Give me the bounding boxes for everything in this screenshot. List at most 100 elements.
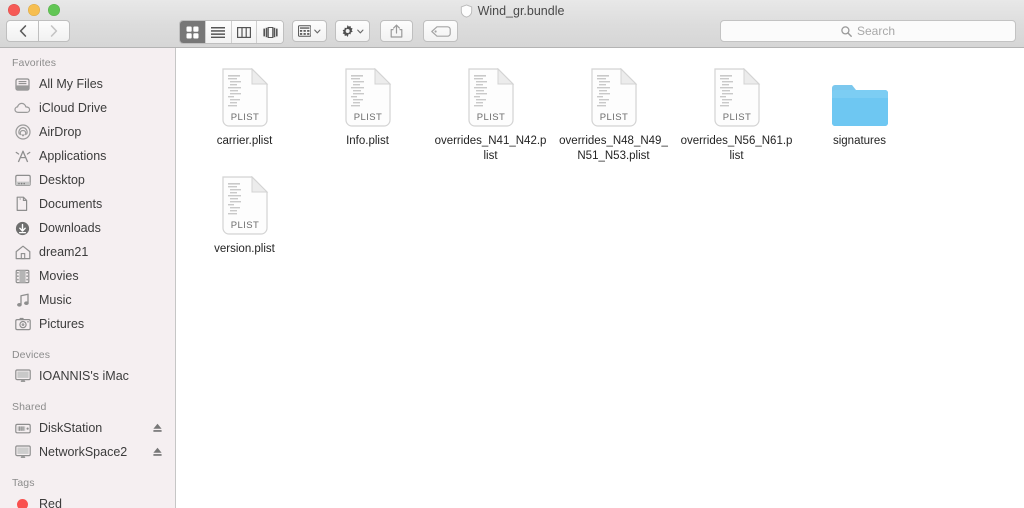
list-icon [211, 27, 226, 38]
plist-file-icon: PLIST [344, 68, 391, 127]
movies-icon [14, 268, 31, 285]
tag-button[interactable] [423, 20, 458, 42]
finder-window: Wind_gr.bundle Search Favorites All My F… [0, 0, 1024, 508]
sidebar-item-music[interactable]: Music [0, 288, 175, 312]
sidebar-section-devices-title: Devices [12, 349, 51, 361]
imac-icon [14, 368, 31, 385]
file-icon-wrapper: PLIST [467, 64, 515, 128]
arrange-grid-icon [298, 25, 312, 37]
cloud-icon [14, 100, 31, 117]
svg-text:PLIST: PLIST [230, 112, 258, 123]
display-icon [14, 444, 31, 461]
server-icon [14, 420, 31, 437]
file-item[interactable]: PLIST Info.plist [306, 58, 429, 166]
coverflow-icon [263, 26, 278, 38]
sidebar-item-diskstation[interactable]: DiskStation [0, 416, 175, 440]
sidebar-item-airdrop[interactable]: AirDrop [0, 120, 175, 144]
action-button[interactable] [335, 20, 370, 42]
icon-view-button[interactable] [180, 21, 206, 43]
window-title: Wind_gr.bundle [0, 2, 1024, 20]
forward-button[interactable] [38, 20, 70, 42]
plist-file-icon: PLIST [221, 68, 268, 127]
file-name-label: version.plist [214, 243, 275, 255]
arrange-button[interactable] [292, 20, 327, 42]
share-button[interactable] [380, 20, 413, 42]
file-item[interactable]: PLIST overrides_N56_N61.plist [675, 58, 798, 166]
sidebar-item-tag-red[interactable]: Red [0, 492, 175, 508]
sidebar-item-icloud-drive[interactable]: iCloud Drive [0, 96, 175, 120]
desktop-icon [14, 172, 31, 189]
file-grid-area[interactable]: PLIST carrier.plist PLIST Info.plist PLIST ov… [176, 48, 1024, 508]
file-item[interactable]: PLIST version.plist [183, 166, 306, 274]
sidebar-item-label: Pictures [39, 317, 85, 331]
column-view-button[interactable] [231, 21, 258, 43]
close-button[interactable] [8, 4, 20, 16]
search-icon [841, 25, 852, 37]
svg-text:PLIST: PLIST [230, 220, 258, 231]
file-icon-wrapper: PLIST [344, 64, 392, 128]
sidebar-section-shared-title: Shared [12, 401, 47, 413]
eject-button[interactable] [152, 447, 163, 458]
file-name-label: overrides_N56_N61.plist [680, 135, 793, 162]
sidebar-item-networkspace2[interactable]: NetworkSpace2 [0, 440, 175, 464]
sidebar-item-desktop[interactable]: Desktop [0, 168, 175, 192]
search-placeholder: Search [856, 24, 896, 38]
plist-file-icon: PLIST [467, 68, 514, 127]
chevron-left-icon [19, 25, 26, 37]
sidebar-item-all-my-files[interactable]: All My Files [0, 72, 175, 96]
back-button[interactable] [6, 20, 38, 42]
navigation-buttons [6, 20, 70, 42]
sidebar-item-label: Movies [39, 269, 79, 283]
file-name-label: overrides_N48_N49_N51_N53.plist [559, 135, 668, 162]
sidebar-item-applications[interactable]: Applications [0, 144, 175, 168]
sidebar-item-movies[interactable]: Movies [0, 264, 175, 288]
sidebar-item-pictures[interactable]: Pictures [0, 312, 175, 336]
eject-icon [153, 447, 162, 456]
chevron-down-icon [357, 28, 364, 34]
documents-icon [14, 196, 31, 213]
file-item[interactable]: PLIST overrides_N41_N42.plist [429, 58, 552, 166]
gallery-view-button[interactable] [257, 21, 283, 43]
window-body: Favorites All My Files iCloud Drive AirD… [0, 48, 1024, 508]
grid-icon [186, 26, 199, 38]
tag-dot-icon [14, 496, 31, 508]
all-my-files-icon [14, 76, 31, 93]
applications-icon [14, 148, 31, 165]
file-icon-wrapper: PLIST [221, 172, 269, 236]
sidebar-item-dream21[interactable]: dream21 [0, 240, 175, 264]
svg-text:PLIST: PLIST [353, 112, 381, 123]
window-controls [8, 4, 60, 16]
sidebar-item-label: dream21 [39, 245, 89, 259]
minimize-button[interactable] [28, 4, 40, 16]
sidebar-section-favorites-title: Favorites [12, 57, 57, 69]
view-mode-group [179, 20, 284, 44]
file-item[interactable]: PLIST overrides_N48_N49_N51_N53.plist [552, 58, 675, 166]
search-input[interactable]: Search [720, 20, 1016, 42]
plist-file-icon: PLIST [221, 176, 268, 235]
file-name-label: signatures [832, 135, 887, 147]
sidebar-item-label: NetworkSpace2 [39, 445, 128, 459]
sidebar-item-label: All My Files [39, 77, 103, 91]
file-name-label: Info.plist [346, 135, 389, 147]
plist-file-icon: PLIST [590, 68, 637, 127]
sidebar-item-ioanniss-imac[interactable]: IOANNIS's iMac [0, 364, 175, 388]
file-item[interactable]: PLIST carrier.plist [183, 58, 306, 166]
eject-button[interactable] [152, 423, 163, 434]
gear-icon [342, 25, 353, 37]
folder-icon [831, 85, 888, 126]
sidebar-item-label: IOANNIS's iMac [39, 369, 129, 383]
file-grid: PLIST carrier.plist PLIST Info.plist PLIST ov… [176, 58, 1024, 274]
zoom-button[interactable] [48, 4, 60, 16]
file-icon-wrapper: PLIST [713, 64, 761, 128]
file-icon-wrapper [830, 64, 890, 128]
sidebar-item-downloads[interactable]: Downloads [0, 216, 175, 240]
window-titlebar: Wind_gr.bundle Search [0, 0, 1024, 48]
home-icon [14, 244, 31, 261]
file-item[interactable]: signatures [798, 58, 921, 166]
list-view-button[interactable] [205, 21, 232, 43]
file-icon-wrapper: PLIST [590, 64, 638, 128]
sidebar-item-label: AirDrop [39, 125, 82, 139]
sidebar-item-documents[interactable]: Documents [0, 192, 175, 216]
file-name-label: carrier.plist [216, 135, 273, 147]
svg-text:PLIST: PLIST [599, 112, 627, 123]
